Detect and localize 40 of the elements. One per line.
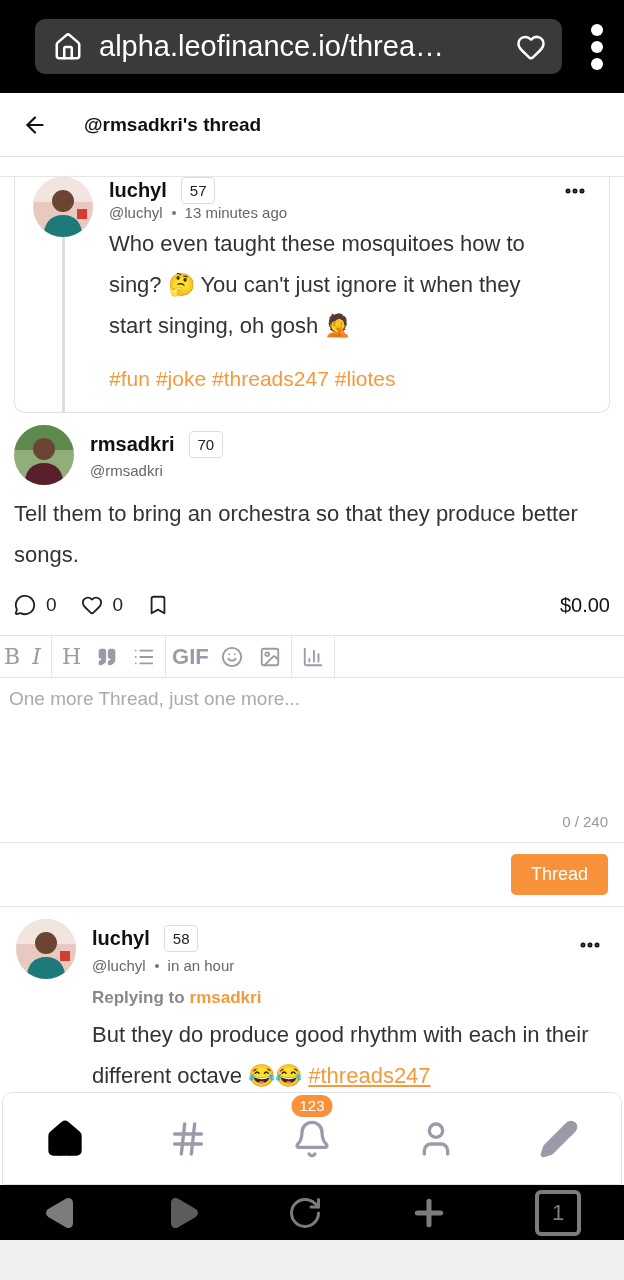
gif-button[interactable]: GIF: [168, 643, 213, 670]
reputation-score: 70: [188, 431, 224, 458]
page-title: @rmsadkri's thread: [84, 113, 262, 136]
comment-count: 0: [46, 594, 57, 616]
user-handle: @rmsadkri: [90, 462, 163, 479]
payout-amount: $0.00: [559, 593, 610, 617]
post-text: Who even taught these mosquitoes how to sing? 🤔 You can't just ignore it when they start singing, oh gosh 🤦: [109, 230, 526, 340]
thread-button[interactable]: Thread: [510, 854, 608, 895]
username: luchyl: [109, 179, 167, 202]
hashtag-link[interactable]: #joke: [155, 362, 207, 396]
user-handle: @luchyl: [92, 957, 146, 974]
tab-count[interactable]: 1: [535, 1189, 581, 1236]
username: rmsadkri: [90, 433, 175, 456]
hashtag-link[interactable]: #threads247: [212, 362, 329, 396]
user-handle: @luchyl: [109, 204, 163, 221]
post-text: Tell them to bring an orchestra so that they produce better songs.: [14, 500, 579, 569]
separator-dot: [154, 963, 159, 968]
menu-icon[interactable]: [590, 22, 604, 71]
post-time: 13 minutes ago: [184, 204, 288, 221]
post-time: in an hour: [167, 957, 235, 974]
like-icon[interactable]: [80, 594, 103, 616]
hashtag-link[interactable]: #fun: [109, 362, 150, 396]
like-count: 0: [112, 594, 124, 616]
home-icon[interactable]: [53, 31, 83, 62]
reputation-score: 58: [163, 924, 199, 952]
heading-button[interactable]: H: [53, 644, 90, 669]
italic-button[interactable]: I: [24, 644, 49, 669]
post-text: But they do produce good rhythm with each in their different octave 😂😂 #threads247: [92, 1021, 590, 1090]
notification-badge: 123: [291, 1094, 333, 1117]
bold-button[interactable]: B: [0, 644, 25, 669]
character-counter: 0 / 240: [562, 813, 608, 830]
username: luchyl: [92, 926, 150, 950]
reputation-score: 57: [180, 177, 216, 204]
address-bar[interactable]: alpha.leofinance.io/threa…: [35, 19, 562, 74]
replying-label: Replying to: [92, 988, 185, 1008]
comment-icon[interactable]: [14, 594, 36, 616]
hashtag-link[interactable]: #threads247: [308, 1063, 431, 1088]
user-link[interactable]: rmsadkri: [189, 988, 262, 1008]
hashtag-link[interactable]: #liotes: [334, 362, 396, 396]
separator-dot: [171, 210, 176, 215]
